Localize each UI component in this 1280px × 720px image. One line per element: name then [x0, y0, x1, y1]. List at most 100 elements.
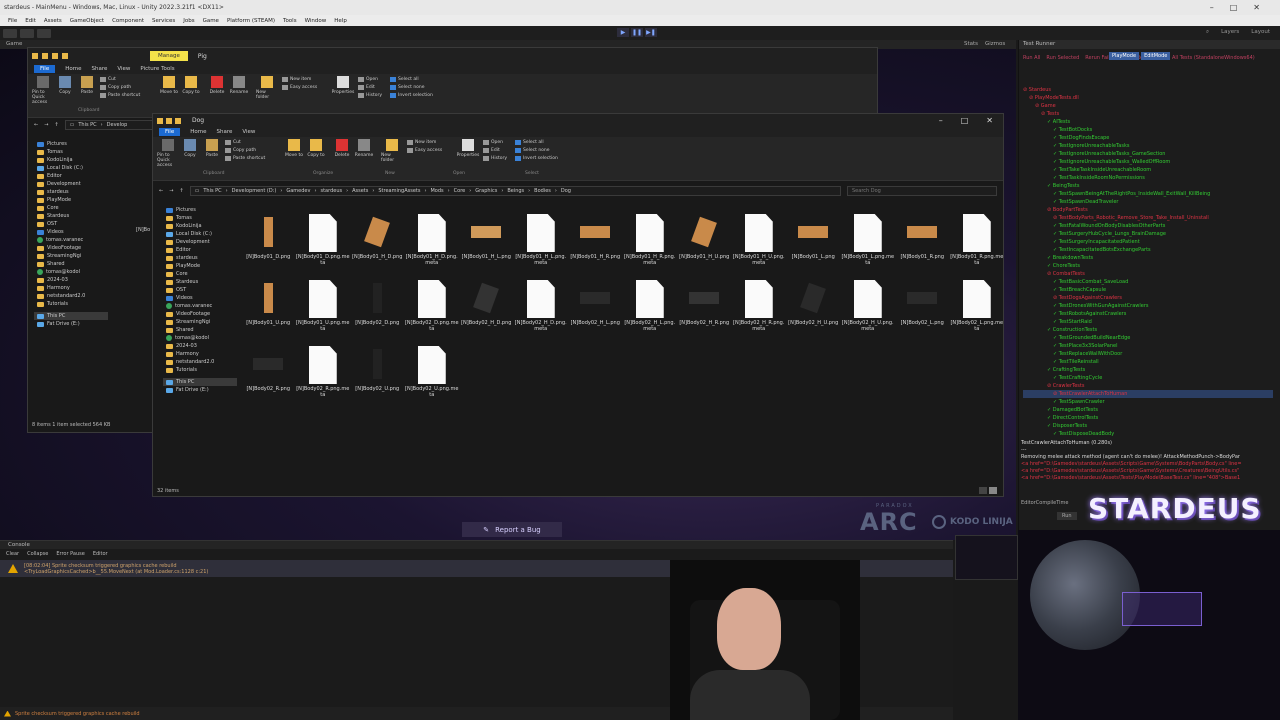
test-tree-row[interactable]: ⊘ PlayModeTests.dll [1023, 94, 1273, 102]
test-tree-row[interactable]: ✓ TestSpawnDeadTraveler [1023, 198, 1273, 206]
test-tree-row[interactable]: ✓ TestDronesWithGunAgainstCrawlers [1023, 302, 1273, 310]
copy-button[interactable]: Copy [179, 139, 201, 158]
properties-button[interactable]: Properties [457, 139, 479, 158]
menu-item[interactable]: Tools [283, 18, 297, 24]
file-tile[interactable]: [N]Body01_H_U.png.meta [732, 210, 787, 272]
nav-item[interactable]: KodoLinija [163, 222, 237, 230]
invert-selection-button[interactable]: Invert selection [515, 156, 558, 161]
large-icons-view-icon[interactable] [989, 487, 997, 494]
file-tile[interactable]: [N]Body02_H_L.png [568, 276, 623, 338]
tab-file[interactable]: File [159, 128, 181, 136]
file-tile[interactable]: [N]Body02_H_D.png.meta [514, 276, 569, 338]
test-tree-row[interactable]: ⊘ TestDogsAgainstCrawlers [1023, 294, 1273, 302]
nav-item[interactable]: StreamingNgi [34, 252, 108, 260]
nav-item[interactable]: 2024-03 [163, 342, 237, 350]
tab-share[interactable]: Share [216, 129, 232, 135]
nav-item[interactable]: This PC [34, 312, 108, 320]
breadcrumb-item[interactable]: This PC [78, 122, 96, 128]
test-tree-row[interactable]: ✓ TestTileReinstall [1023, 358, 1273, 366]
tab-file[interactable]: File [34, 65, 56, 73]
nav-item[interactable]: Fat Drive (E:) [34, 320, 108, 328]
test-tree-row[interactable]: ⊘ BodyPartTests [1023, 206, 1273, 214]
file-tile[interactable]: [N]Body02_D.png.meta [405, 276, 460, 338]
nav-item[interactable]: VideoFootage [34, 244, 108, 252]
file-tile[interactable]: [N]Body01_R.png [895, 210, 950, 272]
new-folder-button[interactable]: New folder [381, 139, 403, 163]
test-tree-row[interactable]: ✓ TestSurgeryHubCycle_Lungs_BrainDamage [1023, 230, 1273, 238]
back-arrow-icon[interactable]: ← [159, 188, 163, 194]
copy-path-button[interactable]: Copy path [100, 85, 131, 90]
details-view-icon[interactable] [979, 487, 987, 494]
pause-icon[interactable]: ❚❚ [631, 28, 643, 37]
test-tree-row[interactable]: ✓ TestBasicCombat_SaveLoad [1023, 278, 1273, 286]
test-tree-row[interactable]: ✓ TestIgnoreUnreachableTasks_GameSection [1023, 150, 1273, 158]
menu-item[interactable]: Jobs [183, 18, 194, 24]
console-toolbar-button[interactable]: Editor [93, 551, 108, 557]
gizmos-toggle[interactable]: Gizmos [985, 40, 1005, 49]
copy-to-button[interactable]: Copy to [180, 76, 202, 95]
breadcrumb-item[interactable]: Gamedev [286, 188, 310, 194]
menu-item[interactable]: Game [203, 18, 219, 24]
status-message[interactable]: Sprite checksum triggered graphics cache… [15, 711, 140, 717]
paste-button[interactable]: Paste [201, 139, 223, 158]
copy-button[interactable]: Copy [54, 76, 76, 95]
tab-view[interactable]: View [242, 129, 255, 135]
nav-item[interactable]: This PC [163, 378, 237, 386]
nav-item[interactable]: Pictures [34, 140, 108, 148]
layers-dropdown[interactable]: Layers [1221, 29, 1239, 36]
nav-item[interactable]: Core [163, 270, 237, 278]
stats-toggle[interactable]: Stats [964, 40, 978, 49]
test-tree-row[interactable]: ⊘ CombatTests [1023, 270, 1273, 278]
close-icon[interactable]: ✕ [1253, 3, 1260, 12]
file-tile[interactable]: [N]Body01_H_R.png.meta [623, 210, 678, 272]
copy-path-button[interactable]: Copy path [225, 148, 256, 153]
menu-item[interactable]: Services [152, 18, 175, 24]
test-tree-row[interactable]: ✓ CraftingTests [1023, 366, 1273, 374]
nav-item[interactable]: Videos [34, 228, 108, 236]
test-tree-row[interactable]: ✓ TestPlace3x3SolarPanel [1023, 342, 1273, 350]
maximize-icon[interactable]: □ [961, 116, 969, 125]
move-to-button[interactable]: Move to [283, 139, 305, 158]
nav-item[interactable]: Pictures [163, 206, 237, 214]
copy-to-button[interactable]: Copy to [305, 139, 327, 158]
test-tree-row[interactable]: ✓ ChoreTests [1023, 262, 1273, 270]
test-tree-row[interactable]: ⊘ TestBodyParts_Robotic_Remove_Store_Tak… [1023, 214, 1273, 222]
file-tile[interactable]: [N]Body01_H_D.png [350, 210, 405, 272]
menu-item[interactable]: Assets [44, 18, 62, 24]
breadcrumb-item[interactable]: Graphics [475, 188, 497, 194]
rename-button[interactable]: Rename [353, 139, 375, 158]
menu-item[interactable]: Edit [25, 18, 36, 24]
file-tile[interactable]: [N]Body02_R.png.meta [296, 342, 351, 404]
close-icon[interactable]: ✕ [986, 116, 993, 125]
breadcrumb-item[interactable]: stardeus [320, 188, 342, 194]
test-tree-row[interactable]: ✓ TestIgnoreUnreachableTasks_WalledOffRo… [1023, 158, 1273, 166]
layout-dropdown[interactable]: Layout [1251, 29, 1270, 36]
nav-item[interactable]: tomas.varanec [34, 236, 108, 244]
move-to-button[interactable]: Move to [158, 76, 180, 95]
select-none-button[interactable]: Select none [390, 85, 425, 90]
test-tree-row[interactable]: ✓ DirectControlTests [1023, 414, 1273, 422]
breadcrumb-item[interactable]: Dog [561, 188, 571, 194]
breadcrumb-item[interactable]: This PC [203, 188, 221, 194]
file-tile[interactable]: [N]Body01_U.png [241, 276, 296, 338]
file-tile[interactable]: [N]Body01_L.png.meta [841, 210, 896, 272]
menu-item[interactable]: Window [305, 18, 327, 24]
account-button[interactable] [3, 28, 17, 38]
test-tree-row[interactable]: ✓ DisposerTests [1023, 422, 1273, 430]
nav-item[interactable]: tomas@kodol [34, 268, 108, 276]
collab-button[interactable] [37, 28, 51, 38]
breadcrumb-item[interactable]: Beings [507, 188, 524, 194]
nav-item[interactable]: OST [34, 220, 108, 228]
nav-item[interactable]: VideoFootage [163, 310, 237, 318]
nav-item[interactable]: KodoLinija [34, 156, 108, 164]
test-tree-row[interactable]: ✓ TestFatalWoundOnBodyDisablesOtherParts [1023, 222, 1273, 230]
test-runner-tab[interactable]: Test Runner [1019, 40, 1280, 49]
test-tree-row[interactable]: ⊘ Tests [1023, 110, 1273, 118]
console-toolbar-button[interactable]: Clear [6, 551, 19, 557]
file-tile[interactable]: [N]Body01_L.png [786, 210, 841, 272]
file-tile[interactable]: [N]Body02_U.png [350, 342, 405, 404]
history-button[interactable]: History [358, 93, 382, 98]
file-tile[interactable]: [N]Body02_H_U.png.meta [841, 276, 896, 338]
nav-item[interactable]: Videos [163, 294, 237, 302]
tab-editmode[interactable]: EditMode [1141, 52, 1171, 60]
